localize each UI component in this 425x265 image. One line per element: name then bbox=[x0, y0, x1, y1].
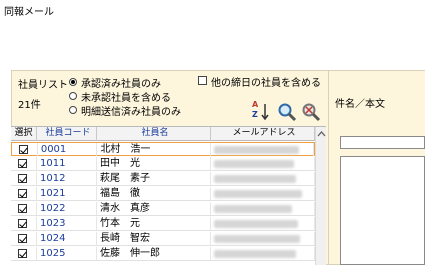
column-header-code[interactable]: 社員コード bbox=[37, 127, 97, 141]
radio-approved-only-label: 承認済み社員のみ bbox=[81, 79, 161, 90]
employee-list-label: 社員リスト bbox=[18, 80, 68, 91]
row-checkbox[interactable] bbox=[18, 219, 27, 228]
employee-code: 1022 bbox=[37, 202, 97, 215]
redacted-email bbox=[214, 190, 302, 198]
email-address bbox=[211, 172, 315, 185]
row-checkbox[interactable] bbox=[19, 145, 28, 154]
employee-code: 1012 bbox=[37, 172, 97, 185]
table-row[interactable]: 1011 田中 光 bbox=[11, 157, 315, 171]
email-address bbox=[211, 187, 315, 200]
sort-icon[interactable]: A Z bbox=[252, 100, 272, 122]
email-address bbox=[211, 232, 315, 245]
redacted-email bbox=[214, 205, 292, 213]
include-other-closing-label: 他の締日の社員を含める bbox=[211, 78, 321, 89]
body-textarea[interactable] bbox=[340, 156, 425, 265]
email-address bbox=[211, 157, 315, 170]
mail-window: 同報メール 社員リスト 21件 承認済み社員のみ 未承認社員を含める 明細送信済… bbox=[0, 0, 425, 265]
table-row[interactable]: 1025 佐藤 伸一郎 bbox=[11, 247, 315, 261]
radio-include-unapproved[interactable] bbox=[69, 92, 77, 100]
employee-code: 1025 bbox=[37, 247, 97, 260]
table-scrollbar[interactable] bbox=[315, 127, 326, 265]
email-address bbox=[211, 202, 315, 215]
radio-include-unapproved-label: 未承認社員を含める bbox=[81, 93, 171, 104]
search-icon[interactable] bbox=[277, 102, 297, 122]
employee-name: 福島 徹 bbox=[97, 187, 211, 200]
employee-name: 長崎 智宏 bbox=[97, 232, 211, 245]
column-header-name[interactable]: 社員名 bbox=[97, 127, 211, 141]
scroll-up-icon bbox=[317, 131, 326, 137]
employee-table: 選択 社員コード 社員名 メールアドレス 0001 北村 浩一 1011 田中 … bbox=[11, 126, 326, 265]
table-row[interactable]: 1023 竹本 元 bbox=[11, 217, 315, 231]
employee-code: 1011 bbox=[37, 157, 97, 170]
redacted-email bbox=[214, 175, 296, 183]
redacted-email bbox=[214, 160, 294, 168]
row-checkbox[interactable] bbox=[18, 249, 27, 258]
email-address bbox=[211, 247, 315, 260]
employee-code: 0001 bbox=[38, 143, 98, 156]
redacted-email bbox=[214, 220, 298, 228]
redacted-email bbox=[213, 146, 299, 154]
subject-input[interactable] bbox=[340, 136, 425, 149]
row-checkbox[interactable] bbox=[18, 234, 27, 243]
clear-search-icon[interactable] bbox=[301, 102, 321, 122]
employee-name: 北村 浩一 bbox=[97, 143, 211, 156]
employee-code: 1024 bbox=[37, 232, 97, 245]
row-checkbox[interactable] bbox=[18, 204, 27, 213]
employee-name: 佐藤 伸一郎 bbox=[97, 247, 211, 260]
table-row[interactable]: 1022 清水 真彦 bbox=[11, 202, 315, 216]
column-header-email[interactable]: メールアドレス bbox=[211, 127, 315, 141]
radio-sent-only[interactable] bbox=[69, 106, 77, 114]
email-address bbox=[211, 143, 314, 156]
table-row[interactable]: 1021 福島 徹 bbox=[11, 187, 315, 201]
redacted-email bbox=[214, 235, 300, 243]
table-row[interactable]: 1012 萩尾 素子 bbox=[11, 172, 315, 186]
table-header: 選択 社員コード 社員名 メールアドレス bbox=[11, 127, 315, 141]
subject-body-label: 件名／本文 bbox=[335, 99, 385, 110]
table-row[interactable]: 1024 長崎 智宏 bbox=[11, 232, 315, 246]
table-row[interactable]: 0001 北村 浩一 bbox=[11, 142, 315, 156]
email-address bbox=[211, 217, 315, 230]
employee-name: 竹本 元 bbox=[97, 217, 211, 230]
row-checkbox[interactable] bbox=[18, 174, 27, 183]
radio-sent-only-label: 明細送信済み社員のみ bbox=[81, 107, 181, 118]
window-title: 同報メール bbox=[4, 7, 54, 18]
employee-name: 清水 真彦 bbox=[97, 202, 211, 215]
row-checkbox[interactable] bbox=[18, 159, 27, 168]
employee-code: 1021 bbox=[37, 187, 97, 200]
employee-code: 1023 bbox=[37, 217, 97, 230]
include-other-closing-checkbox[interactable] bbox=[198, 76, 207, 85]
radio-approved-only[interactable] bbox=[69, 78, 77, 86]
count-label: 21件 bbox=[18, 100, 41, 111]
redacted-email bbox=[214, 250, 296, 258]
column-header-select[interactable]: 選択 bbox=[11, 127, 37, 141]
employee-name: 田中 光 bbox=[97, 157, 211, 170]
row-checkbox[interactable] bbox=[18, 189, 27, 198]
employee-name: 萩尾 素子 bbox=[97, 172, 211, 185]
